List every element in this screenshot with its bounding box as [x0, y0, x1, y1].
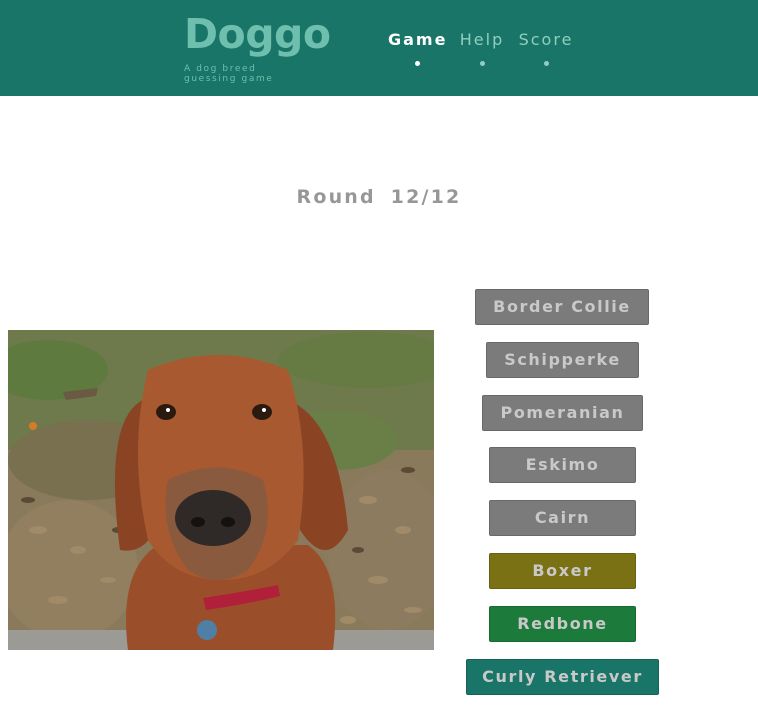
round-counter: Round 12/12	[296, 186, 462, 208]
answer-curly-retriever[interactable]: Curly Retriever	[466, 659, 659, 695]
dog-photo-image	[8, 330, 434, 650]
dog-photo	[8, 330, 434, 650]
answer-schipperke[interactable]: Schipperke	[486, 342, 639, 378]
app-header: Doggo A dog breed guessing game Game Hel…	[0, 0, 758, 96]
nav-score-dot	[544, 61, 549, 66]
nav-game-dot	[415, 61, 420, 66]
answer-border-collie[interactable]: Border Collie	[475, 289, 649, 325]
nav-help[interactable]: Help	[458, 30, 506, 49]
answer-boxer[interactable]: Boxer	[489, 553, 636, 589]
nav-score[interactable]: Score	[517, 30, 575, 49]
answer-cairn[interactable]: Cairn	[489, 500, 636, 536]
answer-eskimo[interactable]: Eskimo	[489, 447, 636, 483]
answer-redbone[interactable]: Redbone	[489, 606, 636, 642]
nav-game[interactable]: Game	[388, 30, 446, 49]
answer-pomeranian[interactable]: Pomeranian	[482, 395, 643, 431]
app-tagline: A dog breed guessing game	[184, 64, 274, 84]
app-logo[interactable]: Doggo	[184, 12, 331, 56]
nav-help-dot	[480, 61, 485, 66]
